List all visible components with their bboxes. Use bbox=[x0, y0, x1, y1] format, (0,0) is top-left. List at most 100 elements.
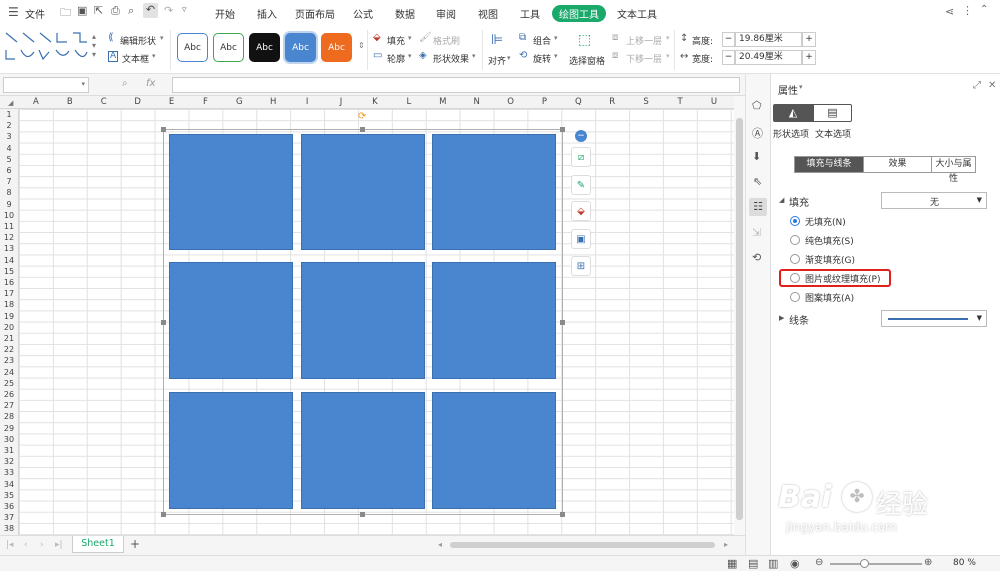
save-icon[interactable]: ▣ bbox=[77, 4, 87, 17]
hscroll-left-icon[interactable]: ◂ bbox=[438, 540, 442, 549]
name-box-dropdown-icon[interactable]: ▾ bbox=[81, 80, 85, 88]
shape-effect-dropdown-icon[interactable]: ▾ bbox=[472, 52, 476, 60]
pane-pin-icon[interactable]: ⤢ bbox=[973, 80, 981, 91]
zoom-in-icon[interactable]: ⊕ bbox=[924, 557, 932, 568]
row-header-35[interactable]: 35 bbox=[0, 490, 18, 501]
column-header-g[interactable]: G bbox=[222, 97, 256, 107]
rectangle-shape-3[interactable] bbox=[432, 134, 556, 250]
radio-no-fill[interactable] bbox=[790, 216, 800, 226]
radio-gradient-fill[interactable] bbox=[790, 254, 800, 264]
select-all-corner[interactable]: ◢ bbox=[8, 99, 13, 107]
column-header-f[interactable]: F bbox=[189, 97, 223, 107]
tab-tools[interactable]: 工具 bbox=[520, 6, 540, 21]
row-header-1[interactable]: 1 bbox=[0, 109, 18, 120]
tab-home[interactable]: 开始 bbox=[215, 6, 235, 21]
fill-type-select[interactable]: 无 ▼ bbox=[881, 192, 987, 209]
outline-float-button[interactable]: ✎ bbox=[571, 175, 591, 195]
line-section-expand-icon[interactable]: ▶ bbox=[779, 314, 784, 322]
column-header-m[interactable]: M bbox=[426, 97, 460, 107]
rectangle-shape-6[interactable] bbox=[432, 262, 556, 379]
column-header-e[interactable]: E bbox=[155, 97, 189, 107]
zoom-formula-icon[interactable]: ⌕ bbox=[122, 78, 128, 89]
print-icon[interactable]: ⎙ bbox=[111, 4, 120, 18]
column-header-h[interactable]: H bbox=[256, 97, 290, 107]
undo-icon[interactable]: ↶ bbox=[143, 3, 158, 18]
column-header-i[interactable]: I bbox=[290, 97, 324, 107]
menu-file[interactable]: 文件 bbox=[25, 6, 45, 21]
edit-shape-dropdown-icon[interactable]: ▾ bbox=[160, 34, 164, 42]
tab-insert[interactable]: 插入 bbox=[257, 6, 277, 21]
column-header-p[interactable]: P bbox=[528, 97, 562, 107]
radio-gradient-fill-label[interactable]: 渐变填充(G) bbox=[805, 253, 855, 266]
height-increment-button[interactable]: + bbox=[802, 32, 816, 47]
next-sheet-icon[interactable]: › bbox=[40, 540, 44, 550]
rectangle-shape-8[interactable] bbox=[301, 392, 425, 509]
row-header-23[interactable]: 23 bbox=[0, 355, 18, 366]
tab-effects[interactable]: 效果 bbox=[863, 157, 931, 172]
height-input[interactable]: 19.86厘米 bbox=[735, 32, 802, 47]
hamburger-icon[interactable]: ☰ bbox=[8, 5, 19, 19]
name-box[interactable]: ▾ bbox=[3, 77, 89, 93]
fill-float-button[interactable]: ⬙ bbox=[571, 201, 591, 221]
row-header-8[interactable]: 8 bbox=[0, 187, 18, 198]
column-header-q[interactable]: Q bbox=[561, 97, 595, 107]
layout-float-button[interactable]: ⊞ bbox=[571, 256, 591, 276]
outline-button[interactable]: 轮廓 bbox=[387, 52, 405, 65]
pane-close-icon[interactable]: ✕ bbox=[988, 80, 996, 91]
text-options-toggle[interactable]: ▤ bbox=[813, 104, 852, 122]
text-box-button[interactable]: 文本框 bbox=[122, 52, 149, 65]
fx-icon[interactable]: fx bbox=[146, 78, 155, 89]
style-sample-4[interactable]: Abc bbox=[321, 33, 352, 62]
row-header-5[interactable]: 5 bbox=[0, 154, 18, 165]
width-increment-button[interactable]: + bbox=[802, 50, 816, 65]
vertical-scrollbar[interactable] bbox=[734, 96, 745, 535]
row-header-21[interactable]: 21 bbox=[0, 333, 18, 344]
row-header-4[interactable]: 4 bbox=[0, 143, 18, 154]
rectangle-shape-5[interactable] bbox=[301, 262, 425, 379]
resize-handle-top-right[interactable] bbox=[560, 127, 565, 132]
row-header-2[interactable]: 2 bbox=[0, 120, 18, 131]
group-button[interactable]: 组合 bbox=[533, 34, 551, 47]
tab-drawing-tools[interactable]: 绘图工具 bbox=[552, 5, 606, 22]
sheet-tab-sheet1[interactable]: Sheet1 bbox=[72, 536, 124, 553]
select-cursor-icon[interactable]: ⇖ bbox=[753, 175, 762, 188]
zoom-slider-thumb[interactable] bbox=[860, 559, 869, 568]
width-input[interactable]: 20.49厘米 bbox=[735, 50, 802, 65]
fill-dropdown-icon[interactable]: ▾ bbox=[408, 34, 412, 42]
tab-formula[interactable]: 公式 bbox=[353, 6, 373, 21]
row-header-12[interactable]: 12 bbox=[0, 232, 18, 243]
rectangle-shape-9[interactable] bbox=[432, 392, 556, 509]
row-header-31[interactable]: 31 bbox=[0, 445, 18, 456]
rectangle-shape-2[interactable] bbox=[301, 134, 425, 250]
column-header-l[interactable]: L bbox=[392, 97, 426, 107]
collapse-toolbar-icon[interactable]: − bbox=[575, 130, 587, 142]
radio-solid-fill[interactable] bbox=[790, 235, 800, 245]
group-dropdown-icon[interactable]: ▾ bbox=[554, 34, 558, 42]
rotate-dropdown-icon[interactable]: ▾ bbox=[554, 52, 558, 60]
quick-access-dropdown-icon[interactable]: ▿ bbox=[182, 5, 187, 15]
row-header-10[interactable]: 10 bbox=[0, 210, 18, 221]
column-header-k[interactable]: K bbox=[358, 97, 392, 107]
hscroll-right-icon[interactable]: ▸ bbox=[724, 540, 728, 549]
rotate-button[interactable]: 旋转 bbox=[533, 52, 551, 65]
redo-icon[interactable]: ↷ bbox=[164, 4, 173, 17]
radio-pattern-fill-label[interactable]: 图案填充(A) bbox=[805, 291, 854, 304]
add-sheet-button[interactable]: + bbox=[130, 537, 140, 551]
rotate-handle-icon[interactable]: ⟳ bbox=[358, 111, 366, 122]
height-decrement-button[interactable]: − bbox=[722, 32, 735, 47]
export-icon[interactable]: ⇱ bbox=[94, 4, 103, 17]
shape-style-float-button[interactable]: ⧄ bbox=[571, 147, 591, 167]
column-header-t[interactable]: T bbox=[663, 97, 697, 107]
row-header-34[interactable]: 34 bbox=[0, 479, 18, 490]
tab-view[interactable]: 视图 bbox=[478, 6, 498, 21]
column-header-s[interactable]: S bbox=[629, 97, 663, 107]
style-sample-0[interactable]: Abc bbox=[177, 33, 208, 62]
resize-handle-right[interactable] bbox=[560, 320, 565, 325]
style-sample-1[interactable]: Abc bbox=[213, 33, 244, 62]
bring-forward-dropdown-icon[interactable]: ▾ bbox=[666, 34, 670, 42]
column-header-d[interactable]: D bbox=[121, 97, 155, 107]
row-header-30[interactable]: 30 bbox=[0, 434, 18, 445]
history-icon[interactable]: ⟲ bbox=[752, 251, 761, 264]
text-options-label[interactable]: 文本选项 bbox=[815, 127, 851, 140]
zoom-out-icon[interactable]: ⊖ bbox=[815, 557, 823, 568]
